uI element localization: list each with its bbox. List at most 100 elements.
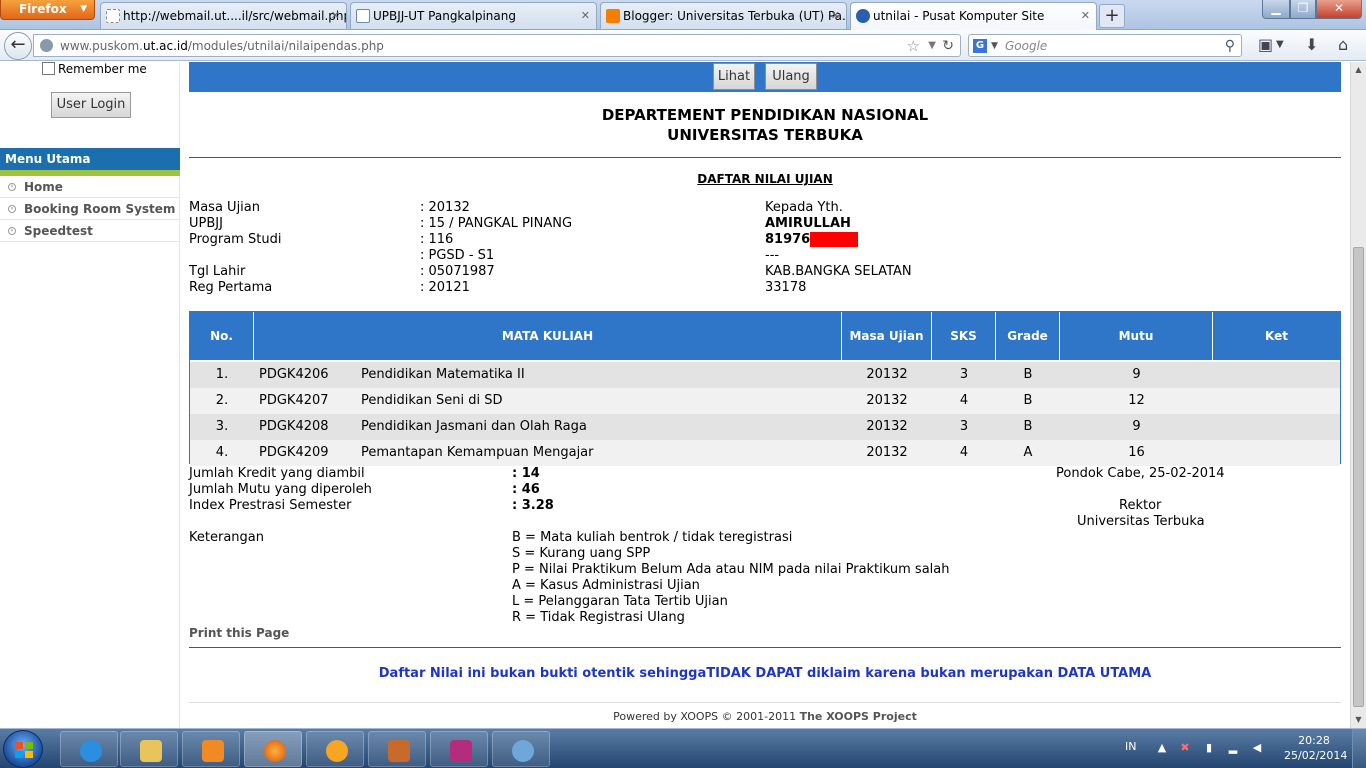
- back-button[interactable]: ←: [4, 32, 32, 60]
- cell-nama: Pemantapan Kemampuan Mengajar: [361, 445, 594, 460]
- col-grade: Grade: [996, 312, 1060, 360]
- paint-icon: [512, 740, 534, 762]
- minimize-button[interactable]: ▁: [1262, 0, 1290, 19]
- divider: [189, 702, 1341, 703]
- sidebar-item-label: Home: [24, 180, 63, 194]
- battery-icon[interactable]: ▮: [1202, 741, 1216, 755]
- download-icon[interactable]: ⬇: [1305, 35, 1318, 54]
- new-tab-button[interactable]: +: [1099, 4, 1125, 28]
- close-icon[interactable]: ✕: [1081, 3, 1090, 29]
- menu-title: Menu Utama: [0, 148, 180, 176]
- taskbar-ie[interactable]: [60, 731, 118, 767]
- sidebar-item-booking[interactable]: › Booking Room System: [0, 198, 180, 220]
- chevron-up-icon[interactable]: ▲: [1155, 741, 1169, 755]
- tab-title: UPBJJ-UT Pangkalpinang: [373, 9, 516, 23]
- taskbar-app-geometry[interactable]: [368, 731, 426, 767]
- sidebar-item-home[interactable]: › Home: [0, 176, 180, 198]
- powered-by-footer: Powered by XOOPS © 2001-2011 The XOOPS P…: [189, 710, 1341, 723]
- masa-value: : 20132: [420, 200, 470, 215]
- page-viewport: Remember me User Login Menu Utama › Home…: [0, 62, 1350, 728]
- sidebar-item-label: Speedtest: [24, 224, 93, 238]
- signal-icon[interactable]: ▂: [1226, 741, 1240, 755]
- reload-icon[interactable]: ↻: [942, 35, 954, 57]
- col-no: No.: [190, 312, 254, 360]
- col-sks: SKS: [932, 312, 996, 360]
- divider: [189, 647, 1341, 648]
- language-indicator[interactable]: IN: [1125, 740, 1136, 753]
- ips-label: Index Prestrasi Semester: [189, 498, 352, 513]
- cell-no: 1.: [215, 367, 229, 382]
- start-button[interactable]: [3, 730, 43, 768]
- xoops-project-link[interactable]: The XOOPS Project: [800, 710, 917, 723]
- cell-masa: 20132: [866, 445, 908, 460]
- cell-kode: PDGK4209: [259, 445, 329, 460]
- tab-title: http://webmail.ut....il/src/webmail.php: [123, 9, 347, 23]
- divider: [189, 157, 1341, 158]
- taskbar-firefox[interactable]: [244, 731, 302, 767]
- chevron-down-icon[interactable]: ▼: [1276, 39, 1284, 50]
- screen: Firefox ▼ http://webmail.ut....il/src/we…: [0, 0, 1366, 768]
- tab-utnilai[interactable]: utnilai - Pusat Komputer Site ✕: [850, 2, 1097, 30]
- search-input[interactable]: G ▼ Google ⚲: [968, 34, 1242, 57]
- scroll-down-arrow-icon[interactable]: ▼: [1351, 712, 1366, 728]
- close-icon[interactable]: ✕: [331, 3, 340, 29]
- tab-blogger[interactable]: Blogger: Universitas Terbuka (UT) Pa... …: [600, 2, 847, 29]
- user-login-button[interactable]: User Login: [51, 92, 131, 118]
- home-icon[interactable]: ⌂: [1338, 35, 1348, 54]
- taskbar-media[interactable]: [182, 731, 240, 767]
- chevron-down-icon[interactable]: ▼: [991, 35, 998, 57]
- close-window-button[interactable]: ✕: [1316, 0, 1362, 19]
- cell-grade: B: [1023, 393, 1033, 408]
- address-bar[interactable]: www.puskom.ut.ac.id/modules/utnilai/nila…: [33, 34, 961, 57]
- clock[interactable]: 20:28 25/02/2014: [1284, 733, 1347, 763]
- network-error-icon[interactable]: ✖: [1178, 741, 1192, 755]
- remember-checkbox[interactable]: [42, 62, 55, 75]
- ulang-button[interactable]: Ulang: [765, 63, 817, 90]
- close-icon[interactable]: ✕: [581, 3, 590, 29]
- tab-webmail[interactable]: http://webmail.ut....il/src/webmail.php …: [100, 2, 347, 29]
- google-icon[interactable]: G: [973, 39, 987, 53]
- col-mata-kuliah: MATA KULIAH: [254, 312, 842, 360]
- geometry-icon: [388, 740, 410, 762]
- taskbar-app-pdf[interactable]: [430, 731, 488, 767]
- lihat-button[interactable]: Lihat: [713, 63, 755, 90]
- volume-icon[interactable]: ◀: [1250, 741, 1264, 755]
- page-icon: [106, 9, 120, 23]
- department-title: DEPARTEMENT PENDIDIKAN NASIONAL: [601, 106, 929, 124]
- upbjj-value: : 15 / PANGKAL PINANG: [420, 216, 573, 231]
- print-page-link[interactable]: Print this Page: [189, 626, 289, 640]
- taskbar-app-orange[interactable]: [306, 731, 364, 767]
- tab-title: utnilai - Pusat Komputer Site: [873, 9, 1045, 23]
- legend-item: S = Kurang uang SPP: [512, 546, 651, 561]
- place-date: Pondok Cabe, 25-02-2014: [1056, 466, 1225, 481]
- cell-mutu: 9: [1132, 419, 1141, 434]
- show-desktop-button[interactable]: [1352, 729, 1366, 768]
- close-icon[interactable]: ✕: [831, 3, 840, 29]
- document-icon: [450, 740, 472, 762]
- reg-value: : 20121: [420, 280, 470, 295]
- firefox-menu-button[interactable]: Firefox ▼: [0, 0, 95, 20]
- sidebar-item-speedtest[interactable]: › Speedtest: [0, 220, 180, 242]
- search-icon[interactable]: ⚲: [1225, 35, 1235, 57]
- redaction-box: [810, 232, 858, 247]
- taskbar-paint[interactable]: [492, 731, 550, 767]
- scroll-up-arrow-icon[interactable]: ▲: [1351, 62, 1366, 78]
- tab-upbjj[interactable]: UPBJJ-UT Pangkalpinang ✕: [350, 2, 597, 29]
- table-row: 3. PDGK4208 Pendidikan Jasmani dan Olah …: [190, 414, 1340, 440]
- sidebar: Remember me User Login Menu Utama › Home…: [0, 62, 180, 728]
- remember-me[interactable]: Remember me: [42, 62, 147, 76]
- chevron-down-icon[interactable]: ▼: [928, 35, 936, 57]
- taskbar-explorer[interactable]: [120, 731, 178, 767]
- prodi-value: : 116: [420, 232, 454, 247]
- bookmarks-icon[interactable]: ▣: [1258, 35, 1273, 54]
- bullet-icon: ›: [8, 205, 16, 213]
- masa-label: Masa Ujian: [189, 200, 260, 215]
- vertical-scrollbar[interactable]: ▲ ▼: [1350, 62, 1366, 728]
- prodi-label: Program Studi: [189, 232, 282, 247]
- scroll-thumb[interactable]: [1353, 247, 1364, 707]
- cell-masa: 20132: [866, 419, 908, 434]
- taskbar: IN ▲ ✖ ▮ ▂ ◀ 20:28 25/02/2014: [0, 728, 1366, 768]
- maximize-button[interactable]: ❐: [1290, 0, 1316, 19]
- url-text[interactable]: www.puskom.ut.ac.id/modules/utnilai/nila…: [60, 35, 384, 57]
- bookmark-star-icon[interactable]: ☆: [907, 35, 920, 57]
